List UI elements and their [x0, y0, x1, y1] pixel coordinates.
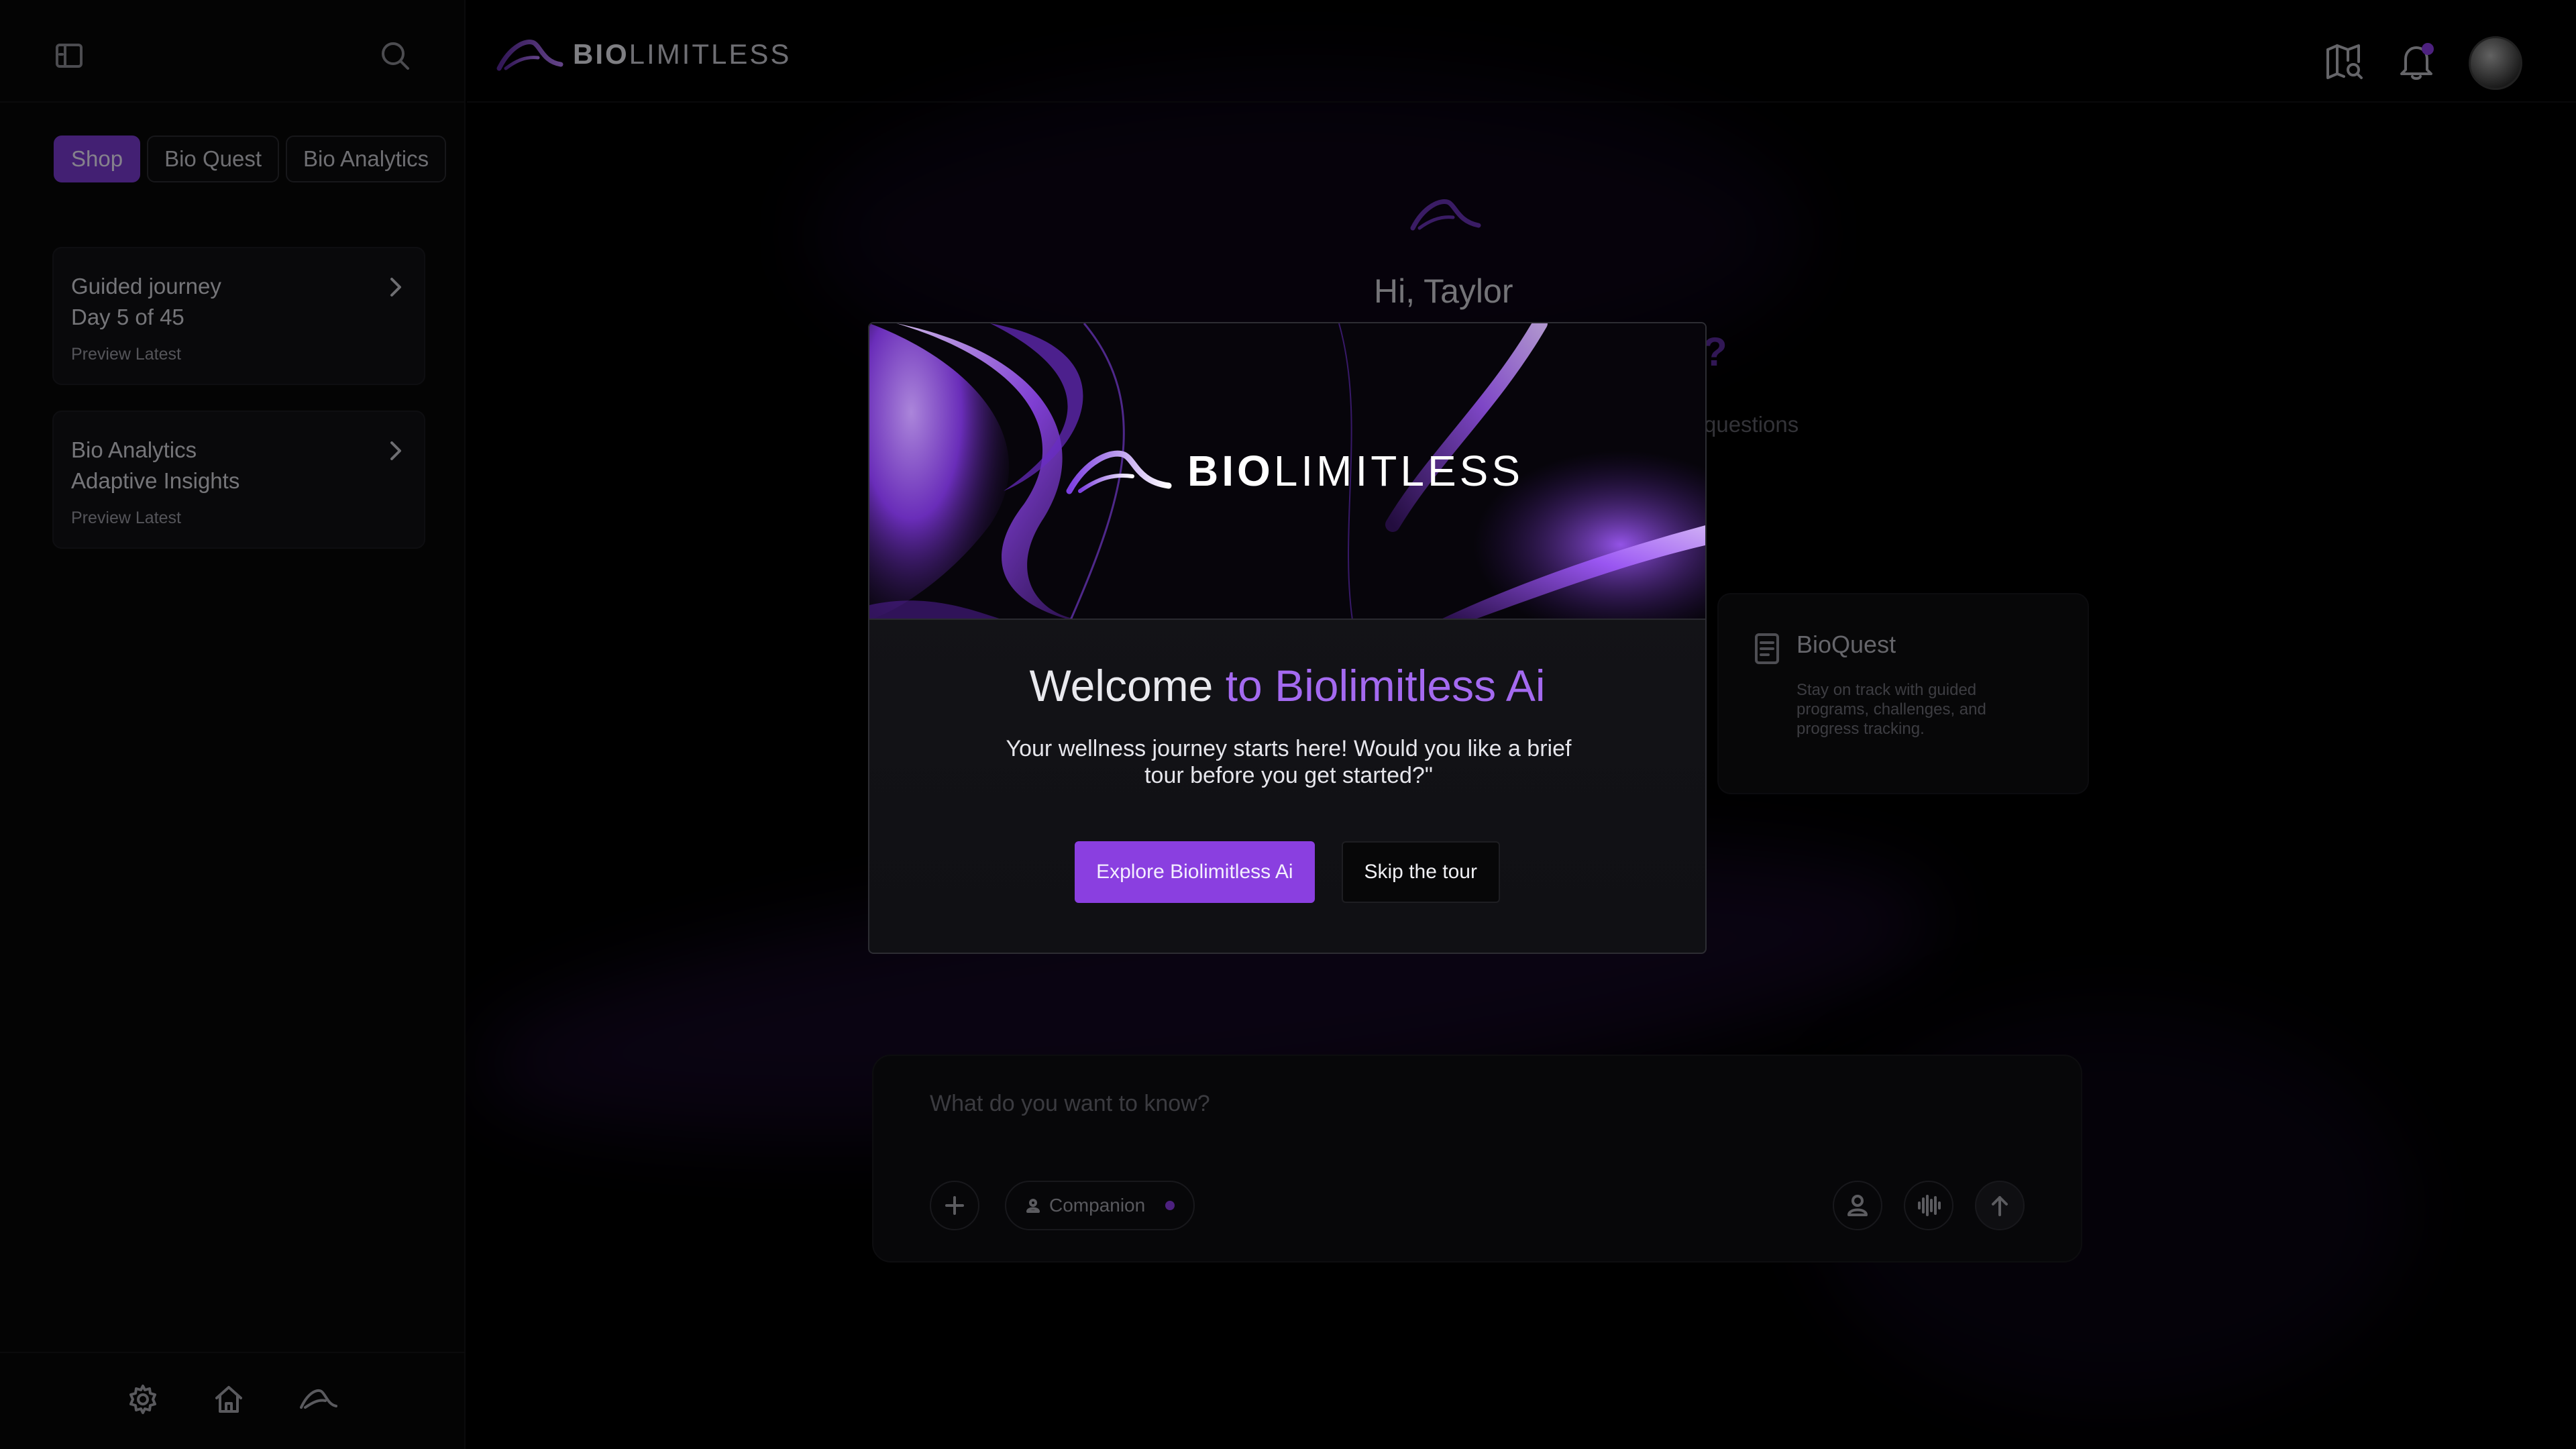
brand-swoosh-icon	[1066, 450, 1172, 494]
modal-brand-wordmark: BIOLIMITLESS	[1187, 447, 1523, 495]
welcome-hero-image: BIOLIMITLESS	[869, 323, 1705, 620]
modal-brand-logo: BIOLIMITLESS	[1065, 444, 1523, 498]
modal-subtitle: Your wellness journey starts here! Would…	[1006, 736, 1572, 788]
modal-title: Welcome to Biolimitless Ai	[1029, 661, 1546, 710]
modal-actions: Explore Biolimitless Ai Skip the tour	[869, 841, 1705, 903]
explore-button[interactable]: Explore Biolimitless Ai	[1075, 841, 1315, 903]
skip-tour-button[interactable]: Skip the tour	[1341, 841, 1500, 903]
welcome-modal: BIOLIMITLESS Welcome to Biolimitless Ai …	[868, 322, 1707, 954]
